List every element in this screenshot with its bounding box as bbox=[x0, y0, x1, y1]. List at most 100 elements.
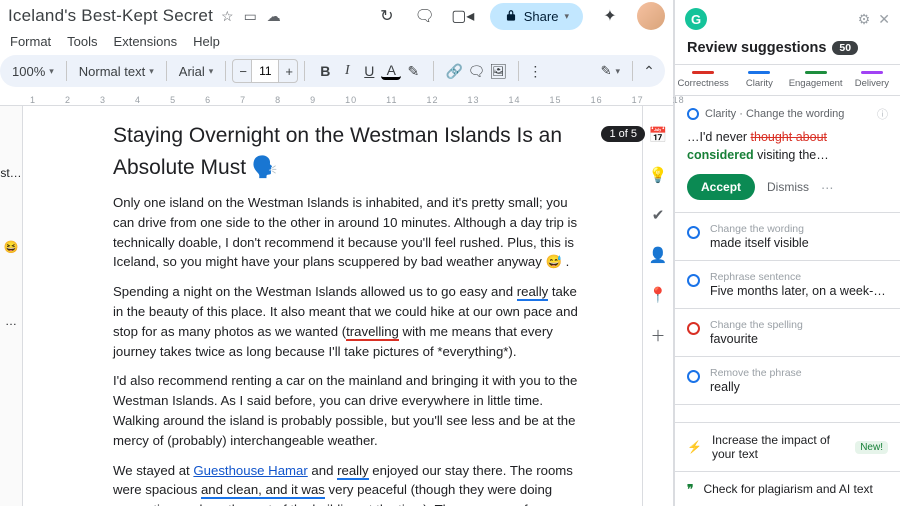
meet-icon[interactable]: ▢◂ bbox=[452, 5, 474, 27]
contacts-icon[interactable]: 👤 bbox=[649, 246, 667, 264]
grammar-underline: really bbox=[517, 284, 549, 301]
underline-button[interactable]: U bbox=[359, 61, 379, 81]
menu-help[interactable]: Help bbox=[193, 34, 220, 49]
suggestion-counter-chip[interactable]: 1 of 5 bbox=[601, 126, 645, 142]
tab-delivery[interactable]: Delivery bbox=[844, 65, 900, 95]
style-select[interactable]: Normal text▾ bbox=[73, 62, 160, 81]
correctness-dot-icon bbox=[687, 322, 700, 335]
suggestion-card-active[interactable]: Clarity · Change the wording ⓘ …I'd neve… bbox=[675, 96, 900, 213]
italic-button[interactable]: I bbox=[337, 61, 357, 81]
accept-button[interactable]: Accept bbox=[687, 174, 755, 200]
menu-tools[interactable]: Tools bbox=[67, 34, 97, 49]
document-body[interactable]: Staying Overnight on the Westman Islands… bbox=[23, 106, 642, 506]
quote-icon: ❞ bbox=[687, 482, 693, 496]
title-bar-right: ↻ 🗨 ▢◂ Share ▾ ✦ bbox=[376, 2, 665, 30]
close-icon[interactable]: ✕ bbox=[878, 11, 890, 28]
tab-correctness[interactable]: Correctness bbox=[675, 65, 731, 95]
tab-clarity[interactable]: Clarity bbox=[731, 65, 787, 95]
card-tag: Clarity · Change the wording bbox=[705, 108, 844, 120]
more-button[interactable]: ⋮ bbox=[525, 61, 545, 81]
clarity-dot-icon bbox=[687, 226, 700, 239]
suggestion-list: Clarity · Change the wording ⓘ …I'd neve… bbox=[675, 96, 900, 422]
tab-engagement[interactable]: Engagement bbox=[788, 65, 844, 95]
gutter-item[interactable]: 😆 bbox=[4, 240, 19, 254]
toolbar: 100%▾ Normal text▾ Arial▾ − + B I U A ✎ … bbox=[0, 55, 665, 87]
tasks-icon[interactable]: ✔ bbox=[649, 206, 667, 224]
zoom-select[interactable]: 100%▾ bbox=[6, 62, 60, 81]
avatar[interactable] bbox=[637, 2, 665, 30]
font-size-increase[interactable]: + bbox=[279, 60, 297, 82]
bold-button[interactable]: B bbox=[315, 61, 335, 81]
history-icon[interactable]: ↻ bbox=[376, 5, 398, 27]
dismiss-button[interactable]: Dismiss bbox=[767, 180, 809, 194]
suggestion-count-badge: 50 bbox=[832, 41, 858, 55]
add-icon[interactable]: ＋ bbox=[649, 326, 667, 344]
comments-icon[interactable]: 🗨 bbox=[414, 5, 436, 27]
lock-icon bbox=[504, 9, 518, 23]
font-size-decrease[interactable]: − bbox=[233, 60, 251, 82]
gutter-item[interactable]: … bbox=[5, 314, 17, 328]
gemini-icon[interactable]: ✦ bbox=[599, 5, 621, 27]
menu-format[interactable]: Format bbox=[10, 34, 51, 49]
grammar-underline: very bbox=[495, 502, 520, 506]
clarity-dot-icon bbox=[687, 370, 700, 383]
paragraph[interactable]: I'd also recommend renting a car on the … bbox=[113, 371, 582, 450]
calendar-icon[interactable]: 📅 bbox=[649, 126, 667, 144]
insert-comment-button[interactable]: 🗨 bbox=[466, 61, 486, 81]
suggestion-card[interactable]: Rephrase sentenceFive months later, on a… bbox=[675, 261, 900, 309]
paragraph[interactable]: Only one island on the Westman Islands i… bbox=[113, 193, 582, 272]
grammar-underline: really bbox=[337, 463, 369, 480]
move-icon[interactable]: ▭ bbox=[244, 8, 257, 25]
text-color-button[interactable]: A bbox=[381, 63, 401, 80]
font-select[interactable]: Arial▾ bbox=[173, 62, 220, 81]
gutter-item[interactable]: st… bbox=[0, 166, 21, 180]
keep-icon[interactable]: 💡 bbox=[649, 166, 667, 184]
title-icons: ☆ ▭ ☁ bbox=[221, 8, 281, 25]
new-badge: New! bbox=[855, 441, 888, 454]
footer-impact[interactable]: ⚡ Increase the impact of your text New! bbox=[675, 422, 900, 471]
menu-extensions[interactable]: Extensions bbox=[114, 34, 178, 49]
menu-bar: Format Tools Extensions Help bbox=[0, 30, 673, 55]
ruler: 123456789101112131415161718 bbox=[0, 91, 673, 106]
left-gutter: st… 😆 … bbox=[0, 106, 23, 506]
spell-underline: travelling bbox=[346, 324, 399, 341]
suggestion-card[interactable]: Change the spellingfavourite bbox=[675, 309, 900, 357]
paragraph[interactable]: Spending a night on the Westman Islands … bbox=[113, 282, 582, 361]
font-size-input[interactable] bbox=[251, 60, 279, 82]
heading-2: Staying Overnight on the Westman Islands… bbox=[113, 120, 582, 183]
grammarly-panel: G ⚙ ✕ Review suggestions 50 Correctness … bbox=[674, 0, 900, 506]
suggestion-card[interactable]: Remove the phrasereally bbox=[675, 357, 900, 405]
font-size-stepper[interactable]: − + bbox=[232, 59, 298, 83]
page-area: st… 😆 … Staying Overnight on the Westman… bbox=[0, 106, 673, 506]
google-docs-app: Iceland's Best-Kept Secret ☆ ▭ ☁ ↻ 🗨 ▢◂ … bbox=[0, 0, 674, 506]
info-icon[interactable]: ⓘ bbox=[877, 106, 888, 122]
card-text: …I'd never thought about considered visi… bbox=[687, 128, 888, 164]
clarity-dot-icon bbox=[687, 108, 699, 120]
title-bar: Iceland's Best-Kept Secret ☆ ▭ ☁ ↻ 🗨 ▢◂ … bbox=[0, 0, 673, 30]
chevron-down-icon: ▾ bbox=[564, 11, 569, 22]
category-tabs: Correctness Clarity Engagement Delivery bbox=[675, 64, 900, 96]
suggestion-card[interactable]: Change the wordingmade itself visible bbox=[675, 213, 900, 261]
more-options-icon[interactable]: ⋯ bbox=[821, 180, 835, 195]
maps-icon[interactable]: 📍 bbox=[649, 286, 667, 304]
side-panel: 📅 💡 ✔ 👤 📍 ＋ bbox=[642, 106, 673, 506]
insert-link-button[interactable]: 🔗 bbox=[444, 61, 464, 81]
grammarly-title: Review suggestions 50 bbox=[675, 38, 900, 64]
grammarly-logo-icon[interactable]: G bbox=[685, 8, 707, 30]
clarity-dot-icon bbox=[687, 274, 700, 287]
highlight-button[interactable]: ✎ bbox=[403, 61, 423, 81]
footer-plagiarism[interactable]: ❞ Check for plagiarism and AI text bbox=[675, 471, 900, 506]
insert-image-button[interactable]: 🖼 bbox=[488, 61, 508, 81]
editing-mode-select[interactable]: ✎ ▾ bbox=[595, 61, 626, 81]
share-button[interactable]: Share ▾ bbox=[490, 3, 583, 30]
document-title[interactable]: Iceland's Best-Kept Secret bbox=[8, 6, 213, 26]
paragraph[interactable]: We stayed at Guesthouse Hamar and really… bbox=[113, 461, 582, 506]
grammar-underline: and clean, and it was bbox=[201, 482, 325, 499]
cloud-status-icon[interactable]: ☁ bbox=[267, 8, 281, 25]
collapse-toolbar-button[interactable]: ⌃ bbox=[639, 61, 659, 81]
grammarly-header: G ⚙ ✕ bbox=[675, 0, 900, 38]
hyperlink[interactable]: Guesthouse Hamar bbox=[193, 463, 307, 478]
spark-icon: ⚡ bbox=[687, 440, 702, 454]
settings-icon[interactable]: ⚙ bbox=[858, 11, 871, 28]
star-icon[interactable]: ☆ bbox=[221, 8, 234, 25]
